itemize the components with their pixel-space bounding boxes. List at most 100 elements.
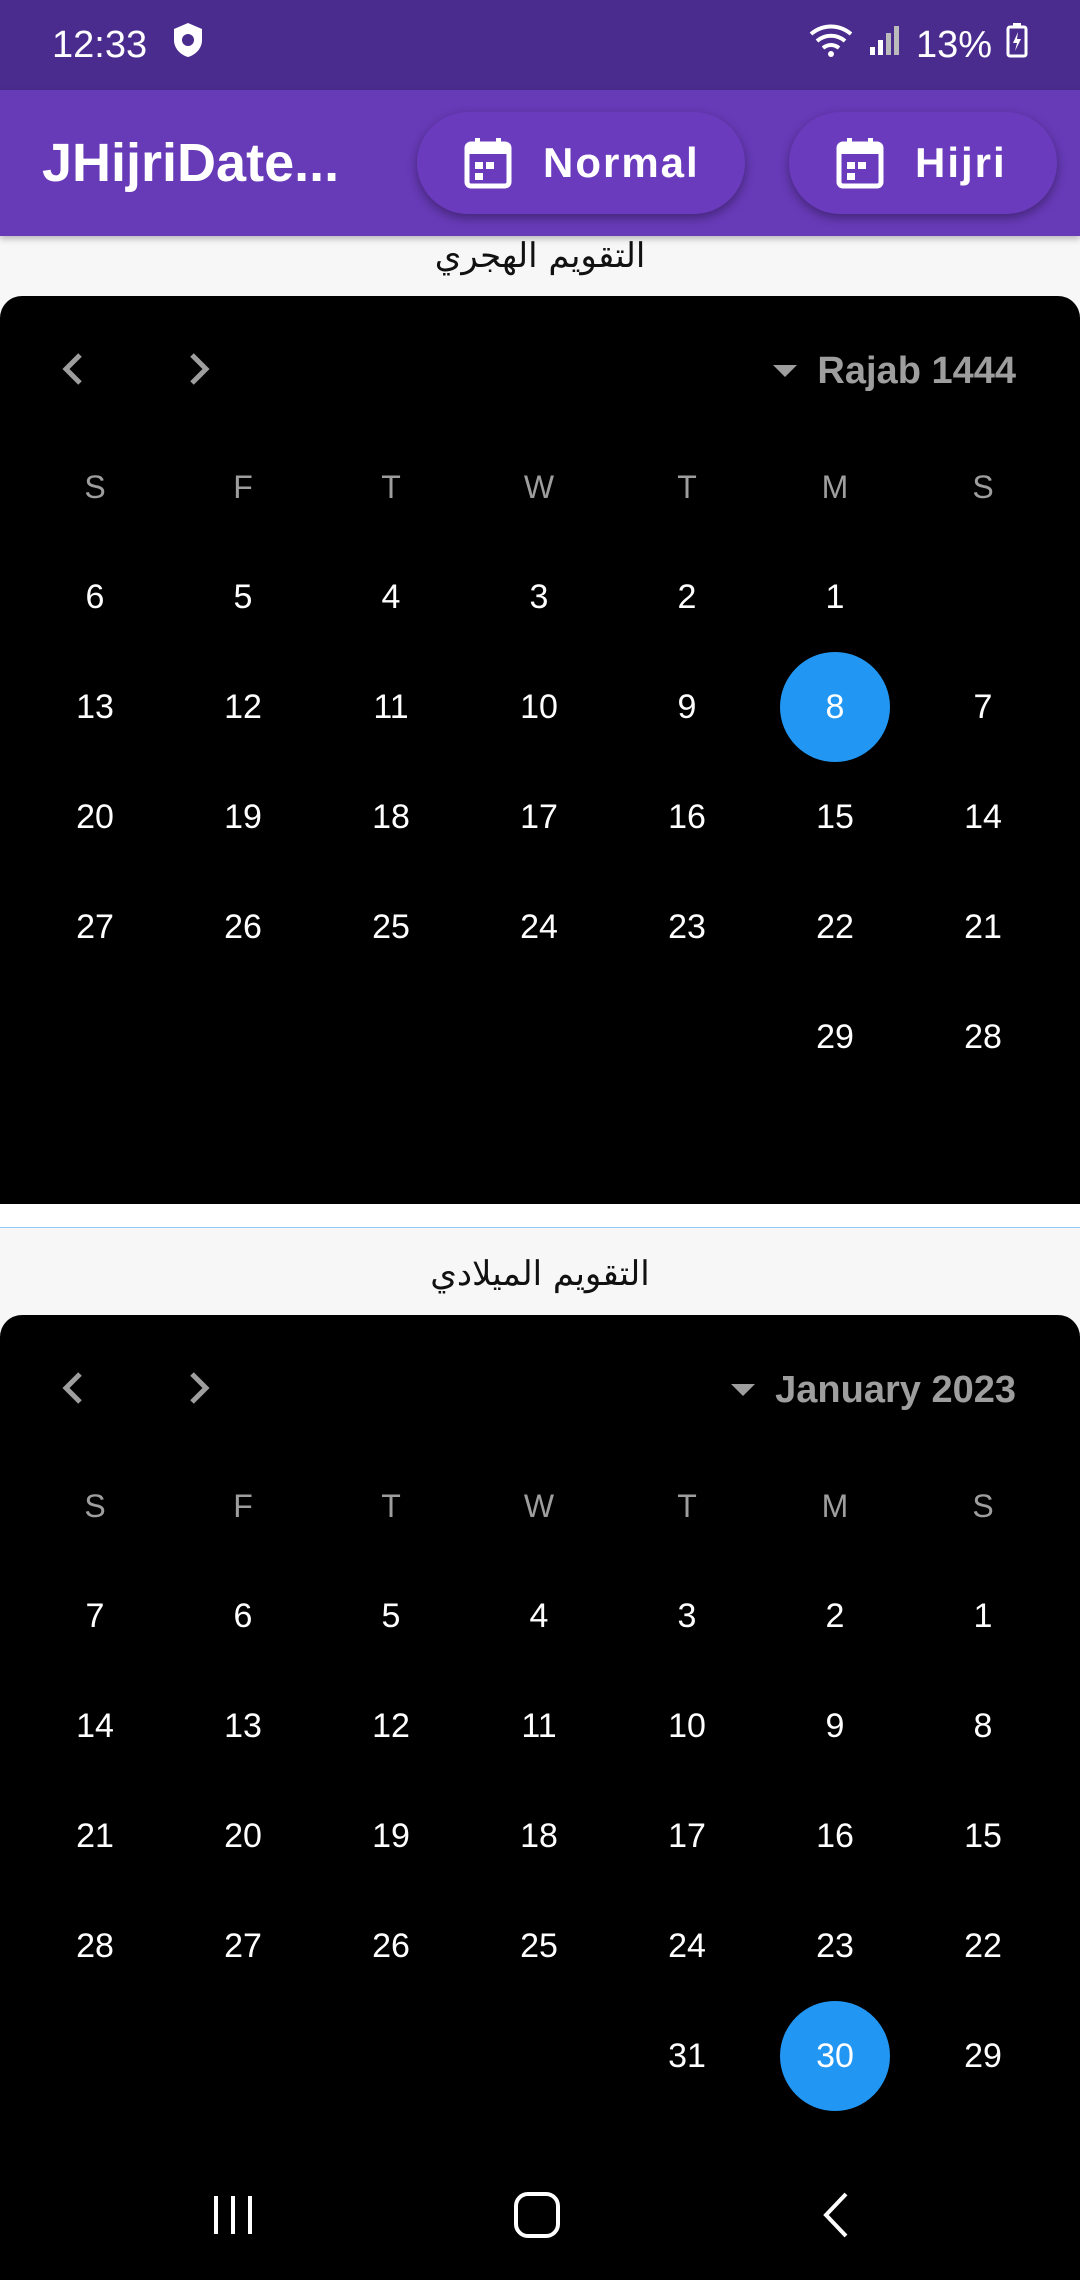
day-cell[interactable]: 12 [169, 652, 317, 762]
day-cell[interactable]: 3 [613, 1561, 761, 1671]
signal-icon [868, 23, 902, 67]
day-cell[interactable]: 1 [909, 1561, 1057, 1671]
selected-day[interactable]: 8 [761, 652, 909, 762]
day-cell[interactable]: 20 [21, 762, 169, 872]
day-number: 5 [381, 1596, 401, 1635]
day-cell[interactable]: 5 [317, 1561, 465, 1671]
recent-apps-button[interactable] [208, 2190, 258, 2245]
weekday-header: T [381, 468, 401, 505]
hijri-button-label: Hijri [915, 139, 1007, 186]
day-number: 22 [964, 1926, 1002, 1965]
day-cell[interactable]: 3 [465, 542, 613, 652]
day-cell[interactable]: 24 [613, 1891, 761, 2001]
day-number: 11 [373, 687, 409, 726]
day-cell[interactable]: 23 [613, 872, 761, 982]
day-number: 8 [973, 1706, 993, 1745]
day-cell[interactable]: 2 [761, 1561, 909, 1671]
chevron-left-icon [62, 353, 82, 385]
day-cell[interactable]: 24 [465, 872, 613, 982]
day-cell[interactable]: 22 [909, 1891, 1057, 2001]
day-cell[interactable]: 13 [169, 1671, 317, 1781]
day-number: 5 [233, 577, 253, 616]
day-cell[interactable]: 20 [169, 1781, 317, 1891]
day-cell[interactable]: 14 [21, 1671, 169, 1781]
hijri-month-selector[interactable]: Rajab 1444 [771, 336, 1016, 406]
day-cell[interactable]: 14 [909, 762, 1057, 872]
day-cell[interactable]: 1 [761, 542, 909, 652]
day-cell[interactable]: 26 [169, 872, 317, 982]
home-button[interactable] [512, 2190, 562, 2245]
day-number: 24 [668, 1926, 706, 1965]
day-cell[interactable]: 11 [317, 652, 465, 762]
day-cell[interactable]: 21 [21, 1781, 169, 1891]
day-cell[interactable]: 10 [465, 652, 613, 762]
day-number: 28 [76, 1926, 114, 1965]
selected-day[interactable]: 30 [761, 2001, 909, 2111]
day-cell[interactable]: 15 [761, 762, 909, 872]
next-month-button[interactable] [164, 334, 234, 404]
day-number: 12 [372, 1706, 410, 1745]
weekday-header: M [821, 1487, 849, 1524]
day-cell[interactable]: 8 [909, 1671, 1057, 1781]
day-cell[interactable]: 4 [317, 542, 465, 652]
day-cell[interactable]: 18 [465, 1781, 613, 1891]
back-button[interactable] [812, 2190, 862, 2245]
day-cell[interactable]: 6 [169, 1561, 317, 1671]
day-number: 27 [224, 1926, 262, 1965]
day-cell[interactable]: 7 [909, 652, 1057, 762]
day-number: 9 [825, 1706, 845, 1745]
calendar-icon [464, 138, 512, 189]
previous-month-button[interactable] [38, 1353, 108, 1423]
day-cell[interactable]: 17 [465, 762, 613, 872]
gregorian-month-selector[interactable]: January 2023 [729, 1355, 1016, 1425]
day-cell[interactable]: 5 [169, 542, 317, 652]
day-cell[interactable]: 21 [909, 872, 1057, 982]
day-cell[interactable]: 10 [613, 1671, 761, 1781]
day-number: 22 [816, 907, 854, 946]
day-cell[interactable]: 19 [317, 1781, 465, 1891]
day-cell[interactable]: 9 [761, 1671, 909, 1781]
day-cell[interactable]: 28 [909, 982, 1057, 1092]
day-cell[interactable]: 19 [169, 762, 317, 872]
day-number: 2 [677, 577, 697, 616]
battery-charging-icon [1006, 22, 1028, 68]
calendar-icon [836, 138, 884, 189]
day-cell[interactable]: 4 [465, 1561, 613, 1671]
day-cell[interactable]: 18 [317, 762, 465, 872]
day-cell[interactable]: 22 [761, 872, 909, 982]
day-cell[interactable]: 13 [21, 652, 169, 762]
day-number: 24 [520, 907, 558, 946]
day-number: 25 [520, 1926, 558, 1965]
day-number: 14 [964, 797, 1002, 836]
day-cell[interactable]: 29 [761, 982, 909, 1092]
day-number: 26 [372, 1926, 410, 1965]
day-number: 21 [964, 907, 1002, 946]
day-cell[interactable]: 27 [21, 872, 169, 982]
day-cell[interactable]: 25 [317, 872, 465, 982]
hijri-calendar-button[interactable]: Hijri [789, 112, 1057, 214]
day-cell[interactable]: 26 [317, 1891, 465, 2001]
day-number: 6 [85, 577, 105, 616]
day-cell[interactable]: 25 [465, 1891, 613, 2001]
day-cell[interactable]: 31 [613, 2001, 761, 2111]
day-cell[interactable]: 16 [761, 1781, 909, 1891]
day-cell[interactable]: 27 [169, 1891, 317, 2001]
day-cell[interactable]: 16 [613, 762, 761, 872]
previous-month-button[interactable] [38, 334, 108, 404]
day-cell[interactable]: 6 [21, 542, 169, 652]
normal-calendar-button[interactable]: Normal [417, 112, 745, 214]
day-cell[interactable]: 23 [761, 1891, 909, 2001]
day-cell[interactable]: 2 [613, 542, 761, 652]
day-number: 29 [816, 1017, 854, 1056]
day-cell[interactable]: 29 [909, 2001, 1057, 2111]
day-cell[interactable]: 9 [613, 652, 761, 762]
day-number: 4 [381, 577, 401, 616]
day-number: 10 [520, 687, 558, 726]
day-cell[interactable]: 12 [317, 1671, 465, 1781]
day-cell[interactable]: 28 [21, 1891, 169, 2001]
day-cell[interactable]: 15 [909, 1781, 1057, 1891]
day-cell[interactable]: 7 [21, 1561, 169, 1671]
day-cell[interactable]: 17 [613, 1781, 761, 1891]
day-cell[interactable]: 11 [465, 1671, 613, 1781]
next-month-button[interactable] [164, 1353, 234, 1423]
